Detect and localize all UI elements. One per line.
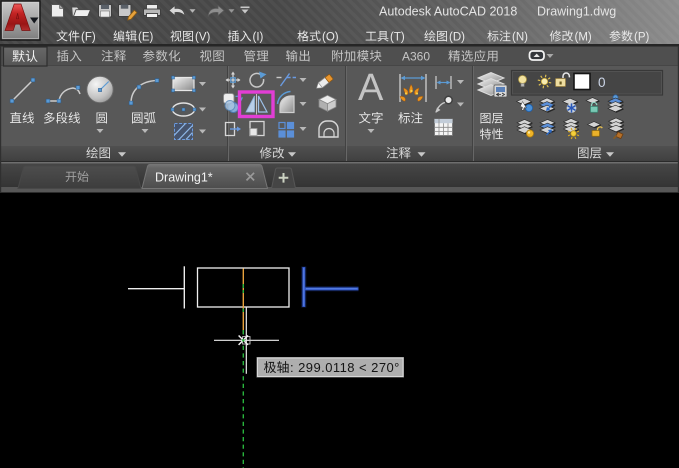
svg-text:0: 0: [598, 75, 606, 90]
svg-text:(I): (I): [253, 32, 264, 44]
svg-text:Autodesk AutoCAD 2018: Autodesk AutoCAD 2018: [379, 5, 517, 19]
svg-text:A360: A360: [402, 50, 430, 64]
svg-text:: 299.0118 < 270°: : 299.0118 < 270°: [290, 360, 400, 375]
svg-text:Drawing1*: Drawing1*: [155, 171, 213, 185]
svg-text:A: A: [358, 67, 384, 109]
svg-text:(D): (D): [449, 32, 465, 44]
svg-text:(P): (P): [634, 32, 650, 44]
svg-text:(E): (E): [138, 32, 154, 44]
svg-text:(N): (N): [512, 32, 528, 44]
svg-text:(V): (V): [195, 32, 211, 44]
svg-text:(T): (T): [390, 32, 405, 44]
svg-text:(O): (O): [322, 32, 339, 44]
svg-text:(F): (F): [81, 32, 96, 44]
svg-text:(M): (M): [575, 32, 592, 44]
svg-text:Drawing1.dwg: Drawing1.dwg: [537, 5, 616, 19]
